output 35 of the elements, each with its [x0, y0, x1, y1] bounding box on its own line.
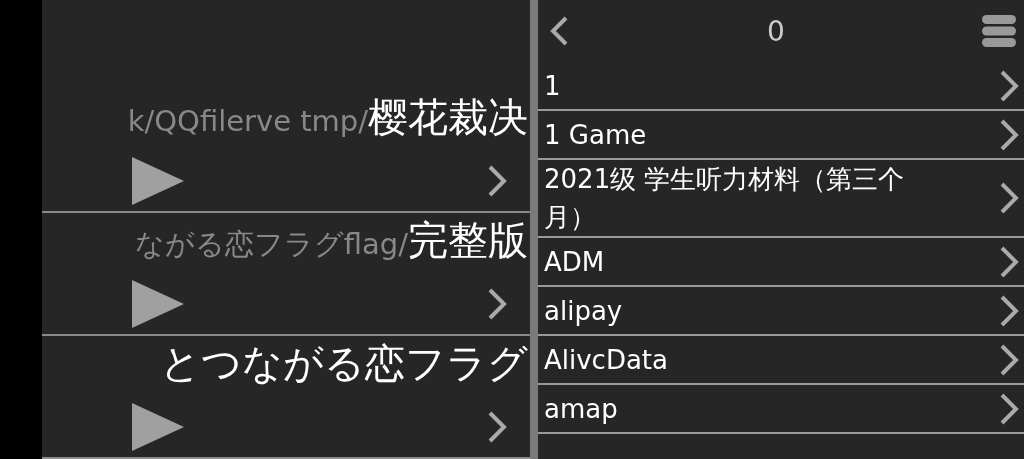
play-icon[interactable]	[132, 157, 184, 205]
chevron-right-icon	[998, 117, 1020, 152]
folder-name: AlivcData	[544, 343, 668, 377]
back-icon[interactable]	[548, 15, 570, 47]
menu-icon[interactable]	[982, 14, 1016, 48]
track-path: ながる恋フラグflag/	[134, 227, 408, 263]
chevron-right-icon[interactable]	[486, 164, 508, 198]
track-title: とつながる恋フラグ	[160, 339, 528, 388]
folder-name: 2021级 学生听力材料（第三个月）	[544, 163, 906, 234]
folder-item[interactable]: 1	[538, 62, 1024, 111]
track-path: k/QQfilerve tmp/	[127, 104, 368, 138]
folder-name: amap	[544, 392, 618, 426]
folder-name: alipay	[544, 294, 623, 328]
track-title: 完整版	[408, 216, 528, 265]
folder-item[interactable]: AlivcData	[538, 336, 1024, 385]
chevron-right-icon[interactable]	[486, 410, 508, 444]
folder-item[interactable]: alipay	[538, 287, 1024, 336]
folder-item[interactable]: amap	[538, 385, 1024, 434]
chevron-right-icon	[998, 244, 1020, 279]
chevron-right-icon	[998, 181, 1020, 215]
chevron-right-icon	[998, 391, 1020, 426]
folder-item[interactable]: 2021级 学生听力材料（第三个月）	[538, 160, 1024, 238]
folder-name: 1 Game	[544, 118, 647, 152]
current-folder-title: 0	[767, 14, 785, 48]
play-icon[interactable]	[132, 403, 184, 451]
track-title: 樱花裁决	[368, 93, 528, 142]
folder-name: 1	[544, 69, 561, 103]
chevron-right-icon	[998, 342, 1020, 377]
chevron-right-icon[interactable]	[486, 287, 508, 321]
folder-item[interactable]: ADM	[538, 238, 1024, 287]
folder-item[interactable]: 1 Game	[538, 111, 1024, 160]
play-icon[interactable]	[132, 280, 184, 328]
chevron-right-icon	[998, 293, 1020, 328]
folder-name: ADM	[544, 245, 605, 279]
chevron-right-icon	[998, 68, 1020, 103]
